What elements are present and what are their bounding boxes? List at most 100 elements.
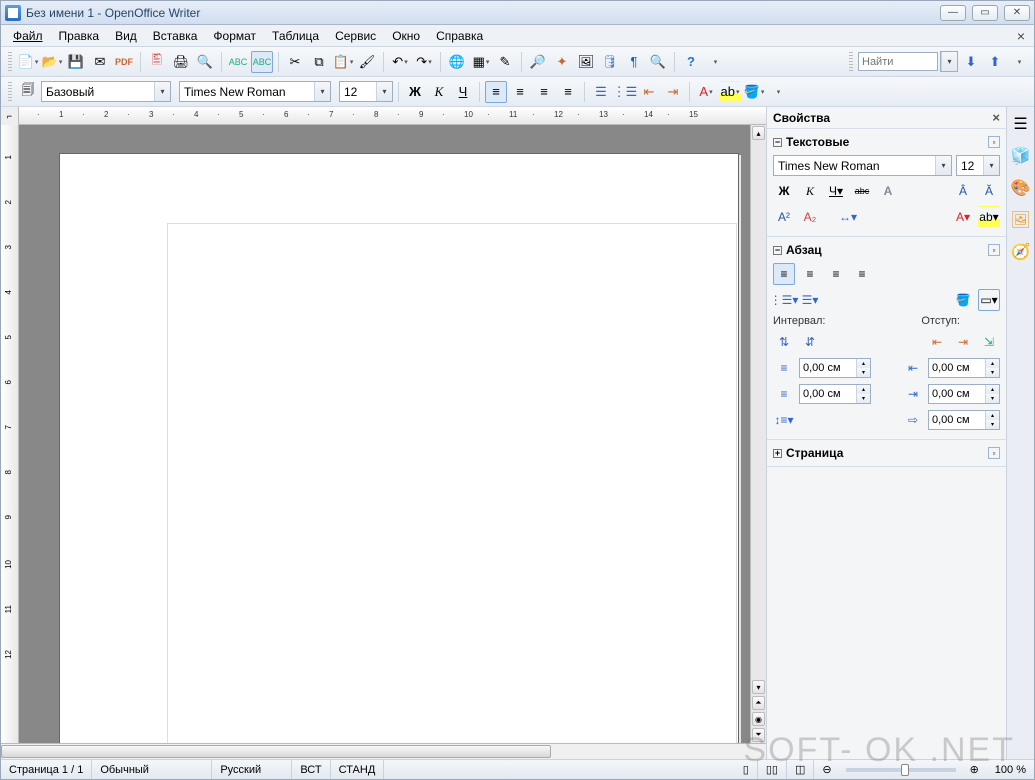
sb-super-button[interactable]: A² (773, 206, 795, 228)
find-overflow[interactable]: ▾ (1008, 51, 1030, 73)
sb-fontcolor-button[interactable]: A▾ (952, 206, 974, 228)
undo-button[interactable]: ↶▾ (389, 51, 411, 73)
next-page-button[interactable]: ⏷ (752, 728, 765, 742)
draw-button[interactable]: ✎ (494, 51, 516, 73)
nav-ball-button[interactable]: ◉ (752, 712, 765, 726)
nonprinting-button[interactable]: ¶ (623, 51, 645, 73)
section-page-more-icon[interactable]: ▫ (988, 447, 1000, 459)
sb-indent-inc-button[interactable]: ⇥ (952, 331, 974, 353)
sidebar-close-icon[interactable]: × (992, 110, 1000, 125)
menu-tools[interactable]: Сервис (329, 27, 382, 45)
sb-align-center-button[interactable]: ≡ (799, 263, 821, 285)
status-std[interactable]: СТАНД (331, 760, 385, 779)
sb-bgcolor-button[interactable]: 🪣 (952, 289, 974, 311)
sb-indent-right-input[interactable]: 0,00 см▴▾ (928, 384, 1000, 404)
view-layout-book[interactable]: ◫ (787, 760, 814, 779)
format-toolbar-overflow[interactable]: ▾ (767, 81, 789, 103)
navigator-button[interactable]: ✦ (551, 51, 573, 73)
status-page[interactable]: Страница 1 / 1 (1, 760, 92, 779)
italic-button[interactable]: К (428, 81, 450, 103)
status-lang[interactable]: Русский (212, 760, 292, 779)
styles-tab-icon[interactable]: 🎨 (1010, 177, 1032, 199)
underline-button[interactable]: Ч (452, 81, 474, 103)
sb-sub-button[interactable]: A₂ (799, 206, 821, 228)
close-button[interactable]: ✕ (1004, 5, 1030, 21)
bullet-list-button[interactable]: ⋮☰ (614, 81, 636, 103)
sb-bullets-button[interactable]: ⋮☰▾ (773, 289, 795, 311)
increase-indent-button[interactable]: ⇥ (662, 81, 684, 103)
zoom-value[interactable]: 100 % (987, 760, 1034, 779)
ruler-corner[interactable]: ⌐ (1, 107, 19, 125)
numbered-list-button[interactable]: ☰ (590, 81, 612, 103)
format-paint-button[interactable]: 🖌 (356, 51, 378, 73)
decrease-indent-button[interactable]: ⇤ (638, 81, 660, 103)
page-viewport[interactable] (19, 125, 750, 743)
zoom-slider[interactable] (846, 768, 956, 772)
sb-align-right-button[interactable]: ≡ (825, 263, 847, 285)
preview-button[interactable]: 🔍 (194, 51, 216, 73)
sb-shrink-font-button[interactable]: Ă (978, 180, 1000, 202)
highlight-button[interactable]: ab▾ (719, 81, 741, 103)
sb-hanging-button[interactable]: ⇲ (978, 331, 1000, 353)
sb-indent-left-input[interactable]: 0,00 см▴▾ (928, 358, 1000, 378)
sb-shadow-button[interactable]: A (877, 180, 899, 202)
cut-button[interactable]: ✂ (284, 51, 306, 73)
sb-spacing-button[interactable]: ↔▾ (837, 206, 859, 228)
sb-space-above-input[interactable]: 0,00 см▴▾ (799, 358, 871, 378)
font-name-combo[interactable]: Times New Roman▾ (179, 81, 331, 102)
prev-page-button[interactable]: ⏶ (752, 696, 765, 710)
find-input[interactable] (858, 52, 938, 71)
table-button[interactable]: ▦▾ (470, 51, 492, 73)
open-button[interactable]: 📂▾ (41, 51, 63, 73)
email-button[interactable]: ✉ (89, 51, 111, 73)
datasource-button[interactable]: 🛢 (599, 51, 621, 73)
export-pdf-button[interactable]: 🖺 (146, 51, 168, 73)
scroll-up-button[interactable]: ▴ (752, 126, 765, 140)
zoom-out-button[interactable]: ⊖ (814, 760, 839, 779)
new-doc-button[interactable]: 📄▾ (17, 51, 39, 73)
gallery-tab-icon[interactable]: 🖼 (1010, 209, 1032, 231)
view-layout-single[interactable]: ▯ (735, 760, 758, 779)
view-layout-multi[interactable]: ▯▯ (758, 760, 787, 779)
navigator-tab-icon[interactable]: 🧭 (1010, 241, 1032, 263)
menu-format[interactable]: Формат (207, 27, 262, 45)
horizontal-scrollbar[interactable] (1, 743, 766, 759)
section-para-header[interactable]: −Абзац ▫ (773, 241, 1000, 259)
styles-button[interactable]: 🗐 (17, 81, 39, 103)
sb-underline-button[interactable]: Ч▾ (825, 180, 847, 202)
vertical-scrollbar[interactable]: ▴ ▾ ⏶ ◉ ⏷ (750, 125, 766, 743)
section-text-header[interactable]: −Текстовые ▫ (773, 133, 1000, 151)
sb-indent-dec-button[interactable]: ⇤ (926, 331, 948, 353)
menu-edit[interactable]: Правка (53, 27, 106, 45)
text-area[interactable] (167, 223, 737, 743)
vertical-ruler[interactable]: 123456789101112 (1, 125, 19, 743)
font-size-combo[interactable]: 12▾ (339, 81, 393, 102)
sb-grow-font-button[interactable]: Â (952, 180, 974, 202)
sb-numbering-button[interactable]: ☰▾ (799, 289, 821, 311)
menu-table[interactable]: Таблица (266, 27, 325, 45)
format-grip[interactable] (8, 82, 12, 102)
sb-strike-button[interactable]: abc (851, 180, 873, 202)
minimize-button[interactable]: — (940, 5, 966, 21)
maximize-button[interactable]: ▭ (972, 5, 998, 21)
sb-para-bg-button[interactable]: ▭▾ (978, 289, 1000, 311)
section-page-header[interactable]: +Страница ▫ (773, 444, 1000, 462)
menu-insert[interactable]: Вставка (147, 27, 204, 45)
page[interactable] (59, 153, 739, 743)
gallery-button[interactable]: 🖼 (575, 51, 597, 73)
sb-align-justify-button[interactable]: ≡ (851, 263, 873, 285)
copy-button[interactable]: ⧉ (308, 51, 330, 73)
sb-bold-button[interactable]: Ж (773, 180, 795, 202)
toolbar-grip[interactable] (8, 52, 12, 72)
panel-menu-icon[interactable]: ☰ (1010, 113, 1032, 135)
menu-view[interactable]: Вид (109, 27, 143, 45)
sb-size-combo[interactable]: 12▾ (956, 155, 1000, 176)
scroll-down-button[interactable]: ▾ (752, 680, 765, 694)
font-color-button[interactable]: A▾ (695, 81, 717, 103)
zoom-button[interactable]: 🔍 (647, 51, 669, 73)
print-button[interactable]: 🖨 (170, 51, 192, 73)
align-center-button[interactable]: ≡ (509, 81, 531, 103)
hyperlink-button[interactable]: 🌐 (446, 51, 468, 73)
align-right-button[interactable]: ≡ (533, 81, 555, 103)
section-para-more-icon[interactable]: ▫ (988, 244, 1000, 256)
